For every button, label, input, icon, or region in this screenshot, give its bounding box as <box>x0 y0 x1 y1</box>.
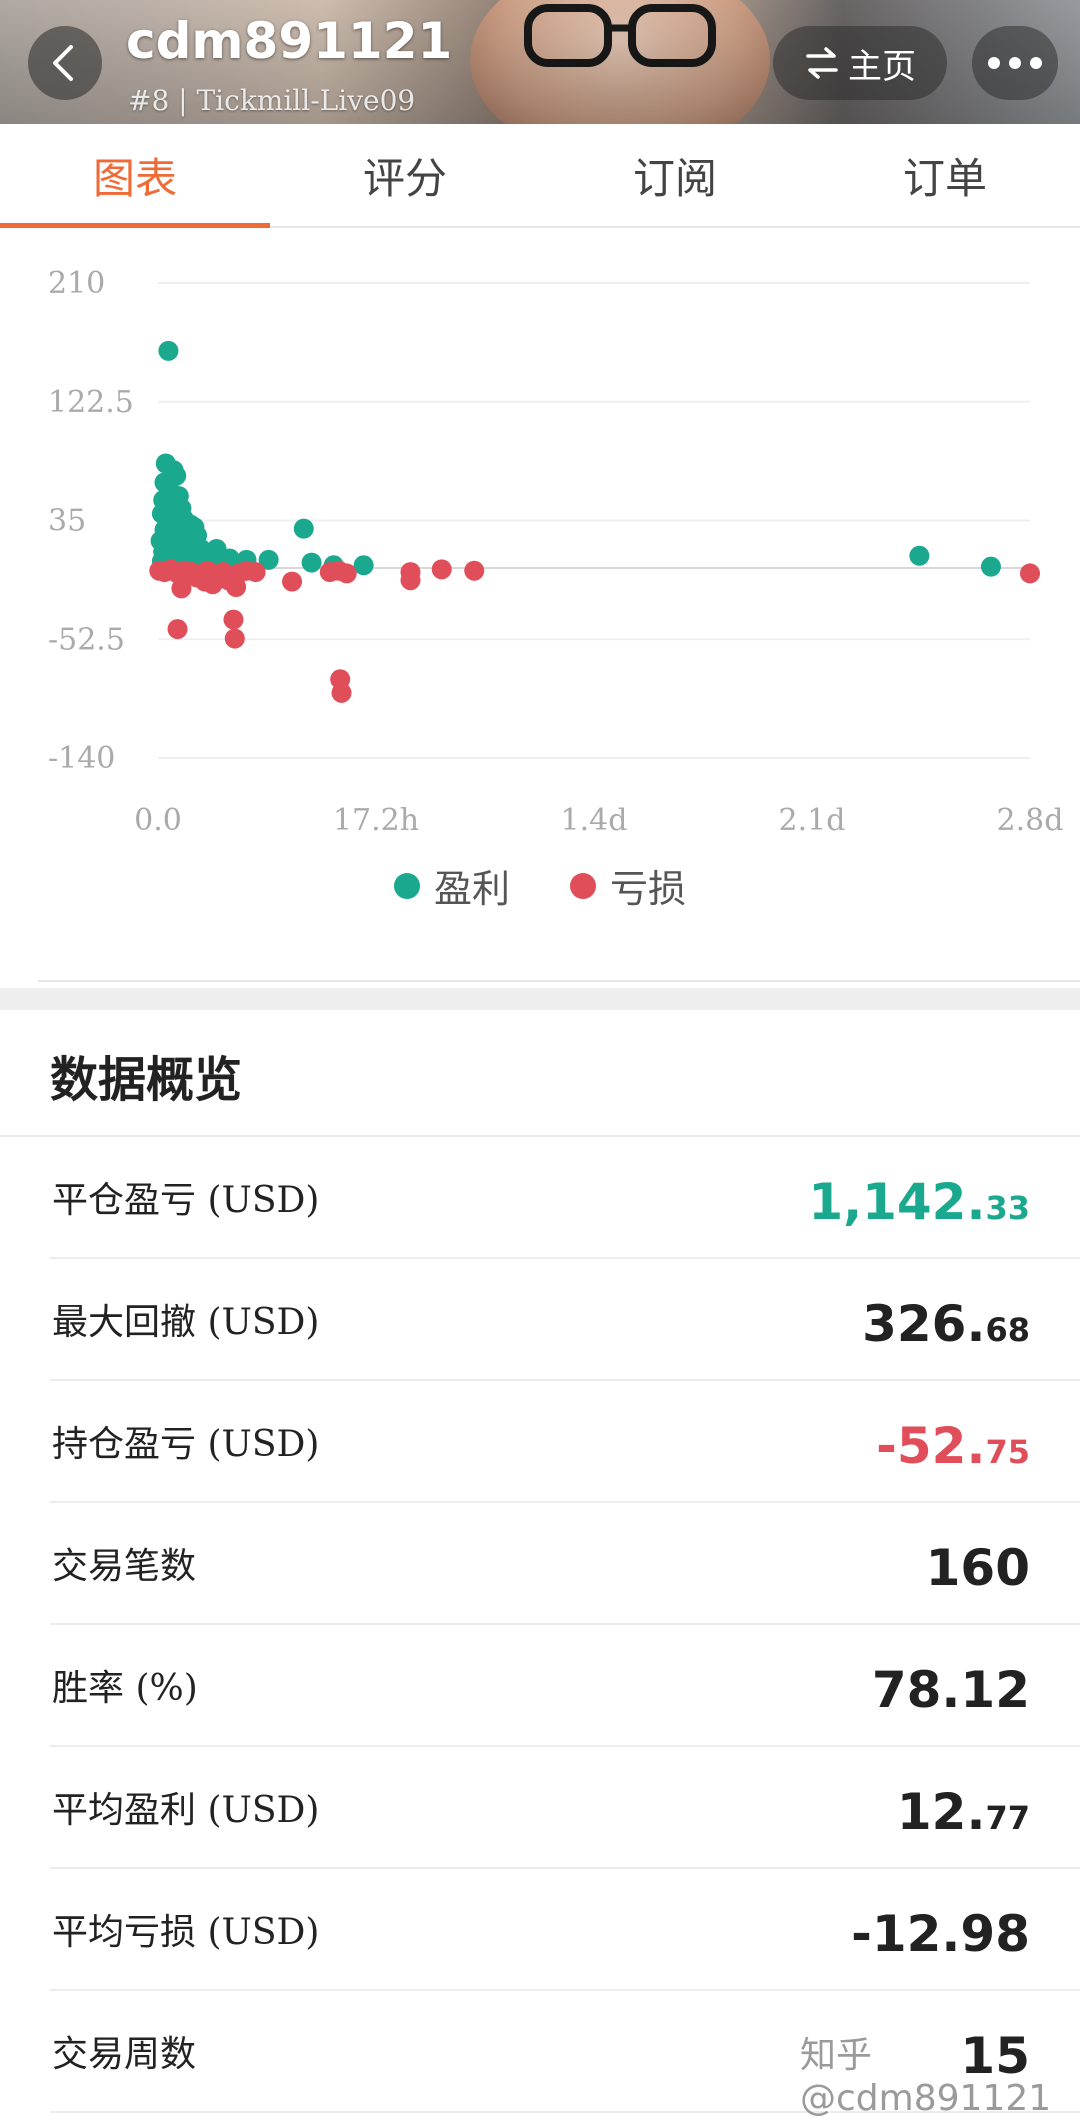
overview-row-value: -12.98 <box>851 1869 1030 1989</box>
loss-point <box>167 619 188 640</box>
overview-row-label: 持仓盈亏 (USD) <box>52 1424 320 1465</box>
overview-row: 最大回撤 (USD) 326. 68 <box>0 1259 1080 1381</box>
value-decimal: 33 <box>985 1189 1030 1227</box>
overview-row-value: 12. 77 <box>897 1747 1030 1867</box>
x-tick-label: 17.2h <box>333 803 419 838</box>
loss-point <box>224 628 245 649</box>
value-integer: 160 <box>925 1539 1030 1597</box>
overview-row-label: 胜率 (%) <box>52 1668 198 1709</box>
overview-row-value: 160 <box>926 1503 1030 1623</box>
y-tick-label: 122.5 <box>48 385 134 420</box>
more-button[interactable] <box>972 26 1058 100</box>
profit-point <box>301 552 322 573</box>
y-tick-label: 35 <box>48 504 86 539</box>
overview-row: 平仓盈亏 (USD) 1,142. 33 <box>0 1137 1080 1259</box>
section-divider <box>0 988 1080 1010</box>
watermark: 知乎 @cdm891121 <box>800 2035 1052 2119</box>
loss-point <box>336 563 357 584</box>
legend-profit-label: 盈利 <box>433 867 510 911</box>
x-tick-label: 1.4d <box>561 803 628 838</box>
overview-list: 平仓盈亏 (USD) 1,142. 33 最大回撤 (USD) 326. 68 持仓盈亏 (… <box>0 1137 1080 2113</box>
username-title: cdm891121 <box>126 12 453 70</box>
loss-point <box>226 577 247 597</box>
profit-point <box>158 340 179 361</box>
profit-point <box>293 518 314 539</box>
value-integer: 12. <box>896 1783 986 1841</box>
chart-legend: 盈利 亏损 <box>0 858 1080 913</box>
loss-point <box>464 560 485 581</box>
home-button[interactable]: 主页 <box>773 26 947 100</box>
overview-row-value: 78.12 <box>872 1625 1030 1745</box>
legend-item-loss[interactable]: 亏损 <box>570 858 686 913</box>
back-button[interactable] <box>28 26 102 100</box>
overview-row: 持仓盈亏 (USD) -52. 75 <box>0 1381 1080 1503</box>
more-dots-icon <box>988 57 1042 69</box>
loss-point <box>331 682 352 703</box>
y-tick-label: -52.5 <box>48 622 125 657</box>
value-decimal: 75 <box>985 1433 1030 1471</box>
value-integer: -12.98 <box>851 1905 1030 1963</box>
profit-point <box>980 556 1001 577</box>
profit-point <box>909 545 930 566</box>
x-tick-label: 0.0 <box>134 803 182 838</box>
legend-loss-marker <box>570 872 596 899</box>
overview-row-label: 平均盈利 (USD) <box>52 1790 320 1831</box>
loss-point <box>431 559 452 580</box>
value-integer: 1,142. <box>808 1173 986 1231</box>
overview-row-value: 1,142. 33 <box>808 1137 1030 1257</box>
overview-row-label: 最大回撤 (USD) <box>52 1302 320 1343</box>
chevron-left-icon <box>53 45 73 81</box>
scatter-plot: 210 122.5 35 -52.5 -140 0.0 17.2h 1.4d 2.1d 2.8d <box>48 266 1064 838</box>
divider <box>38 980 1080 982</box>
overview-row-value: -52. 75 <box>876 1381 1030 1501</box>
value-integer: 326. <box>862 1295 986 1353</box>
tab-subscribe[interactable]: 订阅 <box>540 124 810 226</box>
tab-bar: 图表 评分 订阅 订单 <box>0 124 1080 228</box>
x-tick-label: 2.1d <box>779 803 846 838</box>
overview-row: 交易笔数 160 <box>0 1503 1080 1625</box>
value-decimal: 68 <box>985 1311 1030 1349</box>
legend-loss-label: 亏损 <box>610 867 687 911</box>
tab-orders[interactable]: 订单 <box>810 124 1080 226</box>
value-integer: 78.12 <box>871 1661 1030 1719</box>
overview-row-label: 平仓盈亏 (USD) <box>52 1180 320 1221</box>
tab-score[interactable]: 评分 <box>270 124 540 226</box>
overview-row-label: 平均亏损 (USD) <box>52 1912 320 1953</box>
tab-chart[interactable]: 图表 <box>0 124 270 228</box>
y-tick-label: 210 <box>48 266 105 301</box>
x-tick-label: 2.8d <box>997 803 1064 838</box>
legend-profit-marker <box>393 872 420 899</box>
overview-row: 平均亏损 (USD) -12.98 <box>0 1869 1080 1991</box>
account-subtitle: #8 | Tickmill-Live09 <box>128 84 416 117</box>
overview-title: 数据概览 <box>50 1052 243 1108</box>
loss-point <box>400 570 421 591</box>
overview-row-value: 326. 68 <box>862 1259 1030 1379</box>
overview-row-label: 交易周数 <box>52 2034 197 2075</box>
legend-item-profit[interactable]: 盈利 <box>393 858 510 913</box>
loss-point <box>245 562 266 583</box>
profile-header: cdm891121 #8 | Tickmill-Live09 主页 <box>0 0 1080 124</box>
overview-row: 胜率 (%) 78.12 <box>0 1625 1080 1747</box>
loss-point <box>1020 563 1040 584</box>
overview-row-label: 交易笔数 <box>52 1546 197 1587</box>
overview-row: 平均盈利 (USD) 12. 77 <box>0 1747 1080 1869</box>
home-button-label: 主页 <box>848 46 916 87</box>
loss-point <box>282 571 303 592</box>
loss-point <box>223 609 244 630</box>
swap-arrows-icon <box>806 47 838 79</box>
y-tick-label: -140 <box>48 741 115 776</box>
value-decimal: 77 <box>985 1799 1030 1837</box>
value-integer: -52. <box>876 1417 986 1475</box>
